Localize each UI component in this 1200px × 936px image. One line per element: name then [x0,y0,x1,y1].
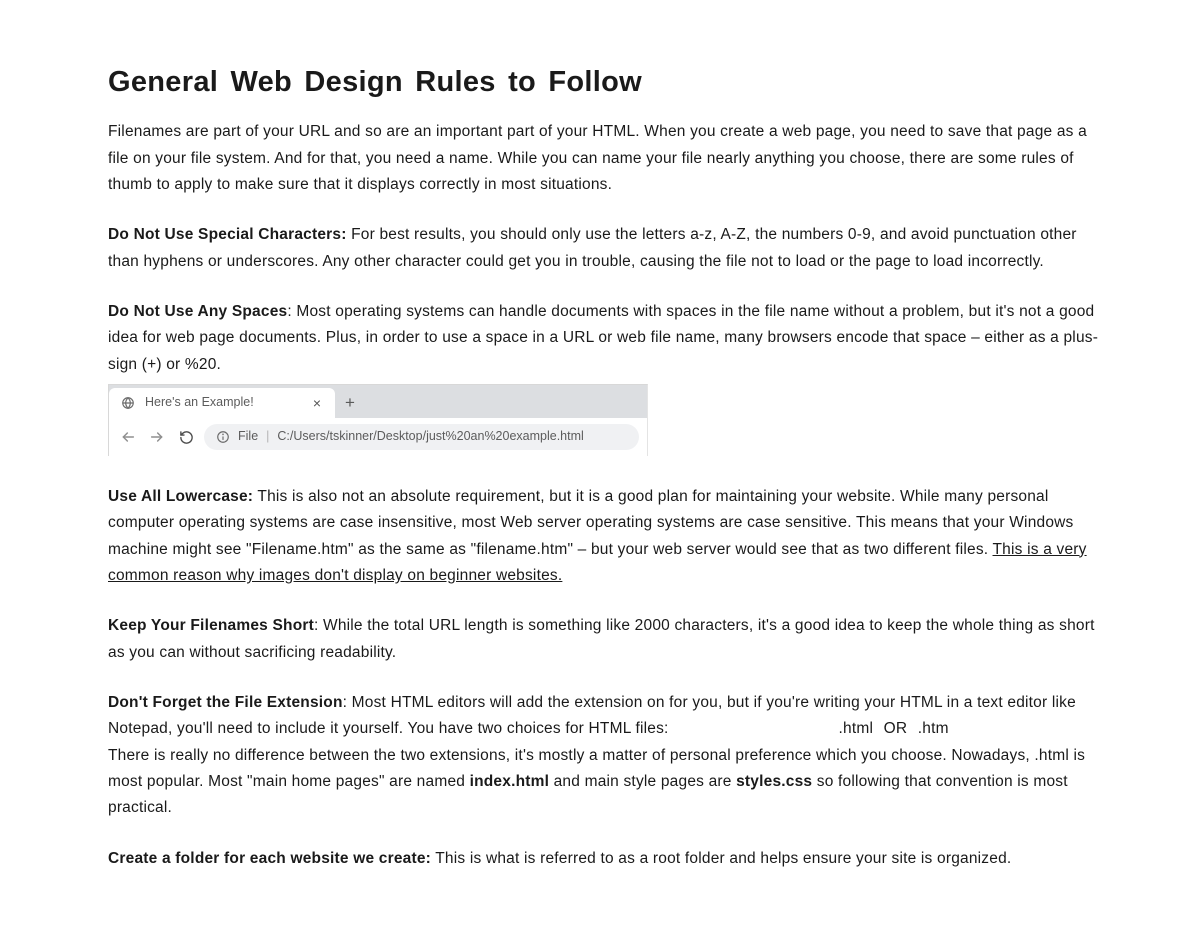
browser-mockup: Here's an Example! × + File | C:/Users/t… [108,384,648,456]
arrow-right-icon [149,429,165,445]
page-title: General Web Design Rules to Follow [108,58,1105,107]
heading-extension: Don't Forget the File Extension [108,694,343,711]
new-tab-button[interactable]: + [335,388,365,418]
section-extension: Don't Forget the File Extension: Most HT… [108,690,1105,822]
arrow-left-icon [120,429,136,445]
body-lowercase-1: This is also not an absolute requirement… [108,488,1074,558]
section-special-chars: Do Not Use Special Characters: For best … [108,222,1105,275]
bold-index: index.html [470,773,550,790]
heading-no-spaces: Do Not Use Any Spaces [108,303,287,320]
section-folder: Create a folder for each website we crea… [108,846,1105,872]
section-no-spaces: Do Not Use Any Spaces: Most operating sy… [108,299,1105,378]
intro-paragraph: Filenames are part of your URL and so ar… [108,119,1105,198]
browser-tab-bar: Here's an Example! × + [109,385,647,418]
browser-tab-title: Here's an Example! [145,392,299,413]
heading-folder: Create a folder for each website we crea… [108,850,431,867]
close-icon[interactable]: × [309,396,325,410]
reload-icon [179,430,194,445]
reload-button[interactable] [175,426,197,448]
address-file-label: File [238,426,258,447]
browser-tab[interactable]: Here's an Example! × [109,388,335,418]
info-icon [216,430,230,444]
section-lowercase: Use All Lowercase: This is also not an a… [108,484,1105,589]
bold-styles: styles.css [736,773,812,790]
address-separator: | [266,426,269,447]
heading-short: Keep Your Filenames Short [108,617,314,634]
globe-icon [121,396,135,410]
forward-button[interactable] [146,426,168,448]
browser-toolbar: File | C:/Users/tskinner/Desktop/just%20… [109,418,647,456]
extension-options: .html OR .htm [839,720,949,737]
body-extension-2b: and main style pages are [549,773,736,790]
heading-lowercase: Use All Lowercase: [108,488,253,505]
section-short: Keep Your Filenames Short: While the tot… [108,613,1105,666]
heading-special-chars: Do Not Use Special Characters: [108,226,347,243]
address-path: C:/Users/tskinner/Desktop/just%20an%20ex… [277,426,583,447]
back-button[interactable] [117,426,139,448]
address-bar[interactable]: File | C:/Users/tskinner/Desktop/just%20… [204,424,639,450]
body-folder: This is what is referred to as a root fo… [431,850,1011,867]
